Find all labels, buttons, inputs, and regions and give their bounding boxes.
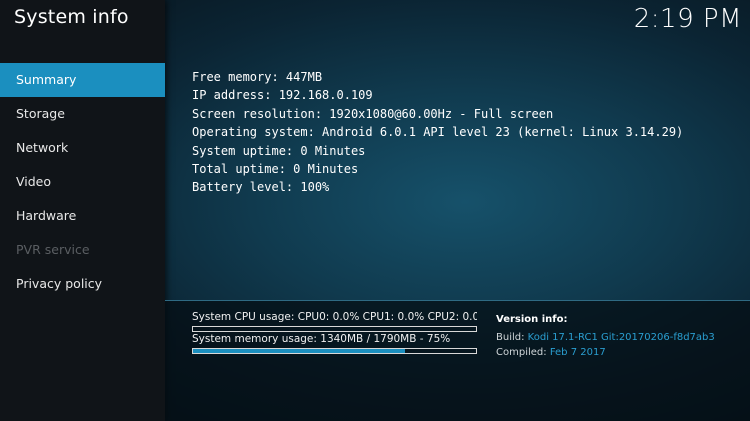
version-build-label: Build: [496, 332, 525, 343]
sidebar-item-video[interactable]: Video [0, 165, 165, 199]
memory-usage: System memory usage: 1340MB / 1790MB - 7… [192, 332, 477, 354]
version-build-value: Kodi 17.1-RC1 Git:20170206-f8d7ab3 [527, 332, 715, 343]
info-battery-level: Battery level: 100% [192, 180, 330, 195]
info-free-memory: Free memory: 447MB [192, 70, 323, 84]
info-operating-system: Operating system: Android 6.0.1 API leve… [192, 125, 684, 140]
window-title: System info [14, 6, 129, 28]
version-compiled-row: Compiled: Feb 7 2017 [496, 345, 715, 360]
version-compiled-value: Feb 7 2017 [549, 347, 606, 358]
sidebar-item-storage[interactable]: Storage [0, 97, 165, 131]
sidebar: System info Summary Storage Network Vide… [0, 0, 165, 421]
info-system-uptime: System uptime: 0 Minutes [192, 143, 366, 158]
sidebar-item-network[interactable]: Network [0, 131, 165, 165]
sidebar-menu: Summary Storage Network Video Hardware P… [0, 63, 165, 301]
status-panel: System CPU usage: CPU0: 0.0% CPU1: 0.0% … [165, 300, 750, 421]
sidebar-item-summary[interactable]: Summary [0, 63, 165, 97]
cpu-usage-label: System CPU usage: CPU0: 0.0% CPU1: 0.0% … [192, 311, 477, 323]
sidebar-item-privacy-policy[interactable]: Privacy policy [0, 267, 165, 301]
version-info-title: Version info: [496, 314, 568, 325]
cpu-usage: System CPU usage: CPU0: 0.0% CPU1: 0.0% … [192, 310, 477, 332]
sidebar-item-pvr-service: PVR service [16, 242, 90, 257]
clock: 2:19 PM [633, 4, 742, 34]
sidebar-item-hardware[interactable]: Hardware [0, 199, 165, 233]
summary-info: Free memory: 447MB IP address: 192.168.0… [192, 68, 683, 197]
info-ip-address: IP address: 192.168.0.109 [192, 88, 373, 103]
memory-usage-bar [192, 348, 477, 354]
system-info-screen: System info Summary Storage Network Vide… [0, 0, 750, 421]
version-info: Version info: Build: Kodi 17.1-RC1 Git:2… [496, 312, 715, 360]
version-build-row: Build: Kodi 17.1-RC1 Git:20170206-f8d7ab… [496, 330, 715, 345]
info-total-uptime: Total uptime: 0 Minutes [192, 161, 359, 176]
version-compiled-label: Compiled: [496, 347, 547, 358]
memory-usage-label: System memory usage: 1340MB / 1790MB - 7… [192, 333, 451, 345]
info-screen-resolution: Screen resolution: 1920x1080@60.00Hz - F… [192, 106, 554, 121]
memory-usage-fill [193, 349, 406, 353]
